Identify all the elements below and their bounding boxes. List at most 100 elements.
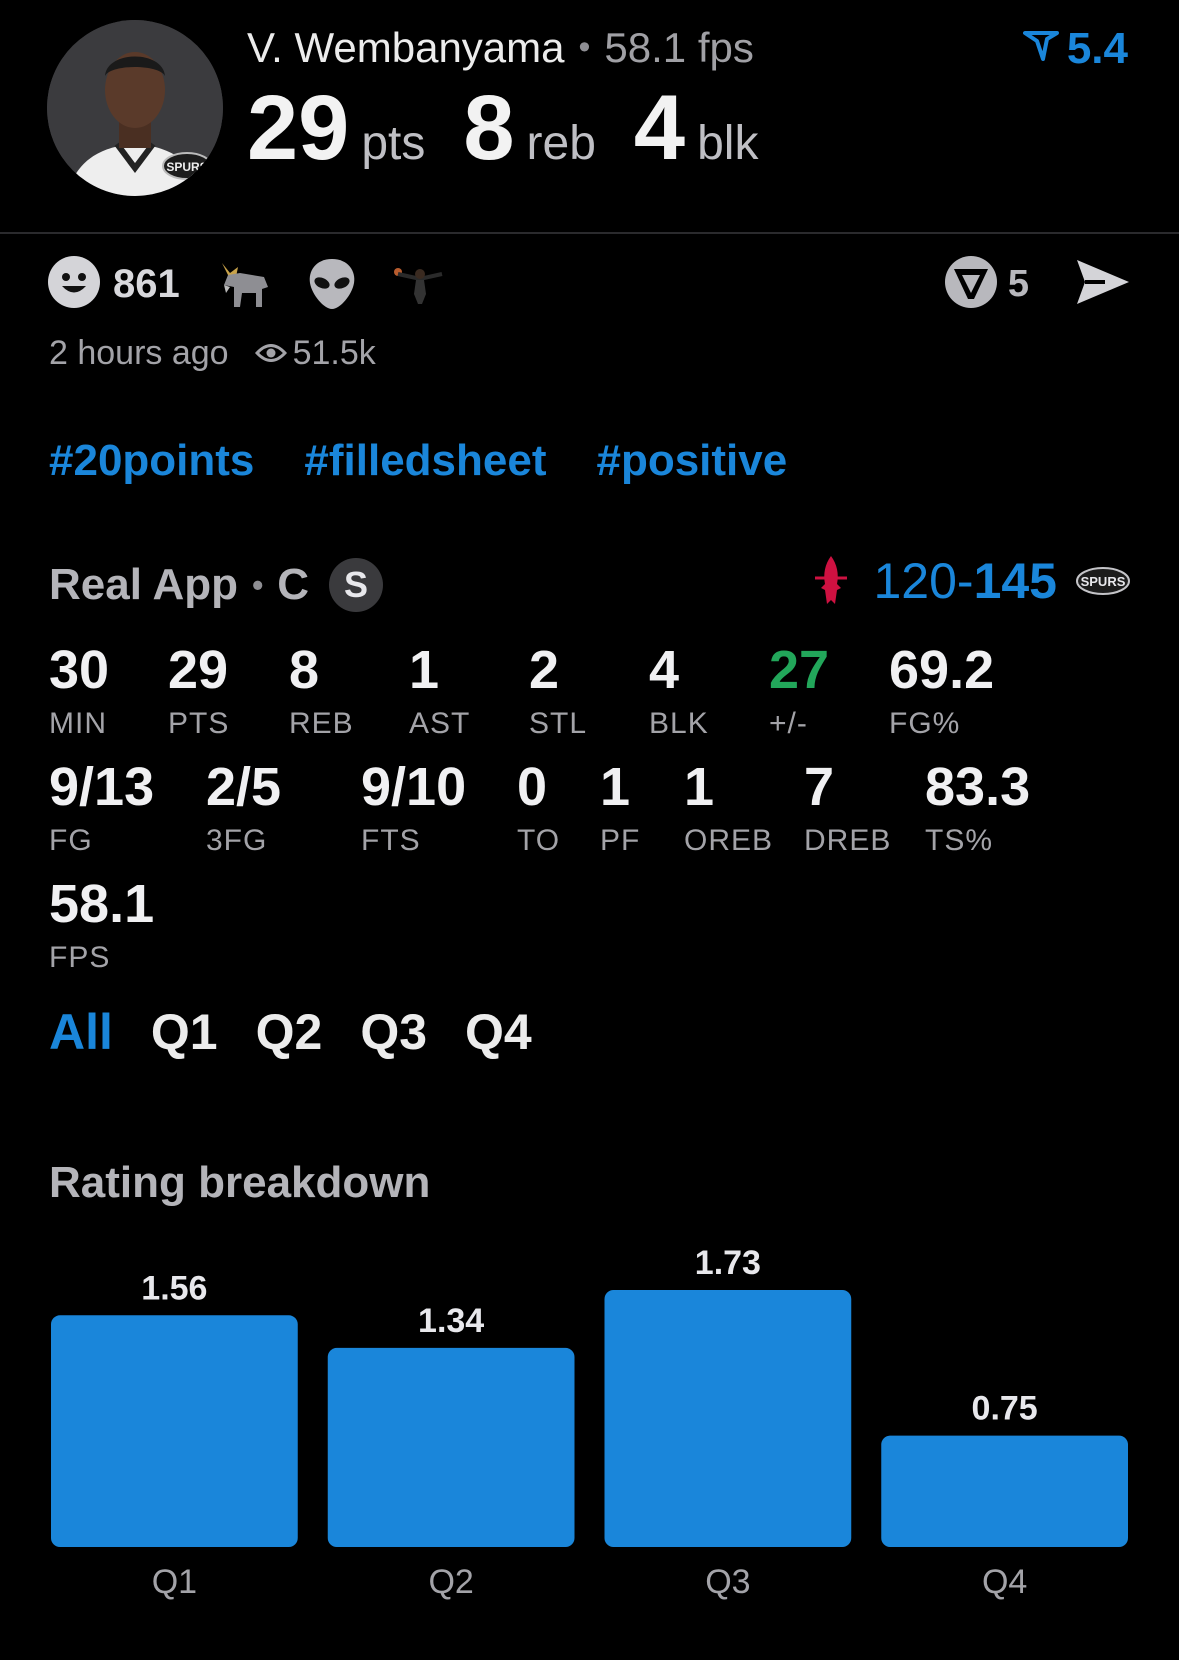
stat-value: 9/13 [49,757,155,817]
stat-value-plus-minus: 27 [769,640,830,700]
spurs-logo-icon: SPURS [1075,564,1131,598]
send-icon[interactable] [1075,258,1131,311]
hashtag-link[interactable]: #20points [49,436,254,486]
stat-cell: 2 STL [529,643,587,741]
share-count: 5 [1007,262,1029,305]
view-count: 51.5k [254,334,376,373]
stat-value: 1 [600,757,631,817]
tab-all[interactable]: All [49,1003,113,1061]
bar-value-label: 0.75 [972,1390,1038,1428]
stat-label: FG [49,824,93,857]
stat-label: DREB [804,824,892,857]
bar-category-label: Q3 [705,1563,750,1600]
stat-value: 69.2 [889,640,995,700]
player-name-line: V. Wembanyama • 58.1 fps [247,24,754,72]
stat-value: 83.3 [925,757,1031,817]
starter-badge: S [329,558,384,612]
bar-q1[interactable] [51,1315,298,1547]
stat-cell: 58.1 FPS [49,877,154,975]
player-fps: 58.1 fps [604,24,754,71]
stat-value: 4 [649,640,680,700]
stat-label: TO [517,824,561,857]
spurs-logo-text: SPURS [166,160,207,174]
tab-q1[interactable]: Q1 [151,1003,218,1061]
stat-value: 58.1 [49,874,155,934]
dunk-icon[interactable] [392,264,448,304]
stat-label: REB [289,707,354,740]
stat-label: BLK [649,707,709,740]
stat-cell: 9/10 FTS [361,760,466,858]
stat-cell: 83.3 TS% [925,760,1030,858]
stat-cell: 8 REB [289,643,354,741]
stat-label: TS% [925,824,994,857]
headline-stat-unit: pts [361,117,426,170]
stat-label: FPS [49,941,111,974]
stat-label: STL [529,707,588,740]
stat-label: FG% [889,707,961,740]
stat-value: 8 [289,640,320,700]
tab-q4[interactable]: Q4 [465,1003,532,1061]
bar-q4[interactable] [881,1435,1128,1547]
rating-breakdown-chart: 1.56 Q1 1.34 Q2 1.73 Q3 0.75 Q4 [51,1244,1128,1600]
bar-value-label: 1.56 [141,1269,207,1307]
player-position: C [277,560,310,609]
tab-q2[interactable]: Q2 [256,1003,323,1061]
stat-cell: 7 DREB [804,760,891,858]
verify-badge-icon[interactable] [944,255,998,314]
bar-q3[interactable] [604,1290,852,1547]
separator-dot: • [252,566,264,603]
goat-icon[interactable] [216,257,272,311]
score-away: 120 [873,553,957,609]
stat-cell: 2/5 3FG [206,760,281,858]
stat-value: 29 [168,640,229,700]
rating-arrow-icon [1022,24,1059,74]
post-time: 2 hours ago [49,334,229,372]
reaction-bar: 861 [47,255,482,314]
source-name: Real App [49,560,239,609]
stat-value: 30 [49,640,110,700]
headline-stat-unit: blk [697,117,759,170]
bar-q2[interactable] [327,1347,575,1547]
hashtag-link[interactable]: #filledsheet [304,436,546,486]
stat-label: +/- [769,707,808,740]
stat-label: 3FG [206,824,268,857]
score-separator: - [956,553,974,609]
headline-stats: 29 pts 8 reb 4 blk [247,82,796,174]
headline-stat-value: 29 [247,77,350,179]
bar-value-label: 1.34 [418,1302,484,1340]
stat-label: PF [600,824,641,857]
headline-stat-value: 8 [463,77,515,179]
stat-cell: 1 OREB [684,760,773,858]
alien-icon[interactable] [306,257,358,311]
bar-value-label: 1.73 [695,1244,761,1282]
stat-label: FTS [361,824,421,857]
stat-value: 2 [529,640,560,700]
player-avatar[interactable]: SPURS [47,20,223,196]
stat-value: 1 [684,757,715,817]
stat-value: 0 [517,757,548,817]
stat-value: 7 [804,757,835,817]
reaction-count[interactable]: 861 [113,262,180,307]
player-name[interactable]: V. Wembanyama [247,24,565,71]
score-home: 145 [973,553,1057,609]
stat-label: MIN [49,707,107,740]
hashtag-link[interactable]: #positive [596,436,787,486]
player-rating: 5.4 [1022,24,1128,74]
hashtag-list: #20points #filledsheet #positive [49,436,787,486]
headline-stat-unit: reb [526,117,596,170]
bar-category-label: Q1 [152,1563,197,1600]
smiley-icon[interactable] [47,255,101,314]
game-score[interactable]: 120-145 SPURS [809,552,1131,610]
view-count-value: 51.5k [292,334,376,372]
stat-cell: 0 TO [517,760,560,858]
post-meta: 2 hours ago 51.5k [49,334,376,373]
spurs-logo-text: SPURS [1081,574,1126,589]
stat-cell: 27 +/- [769,643,829,741]
tab-q3[interactable]: Q3 [360,1003,427,1061]
separator-dot: • [578,28,591,66]
stat-label: OREB [684,824,774,857]
stat-cell: 29 PTS [168,643,229,741]
bar-category-label: Q2 [428,1563,473,1600]
stat-label: AST [409,707,471,740]
rating-breakdown-title: Rating breakdown [49,1158,431,1207]
